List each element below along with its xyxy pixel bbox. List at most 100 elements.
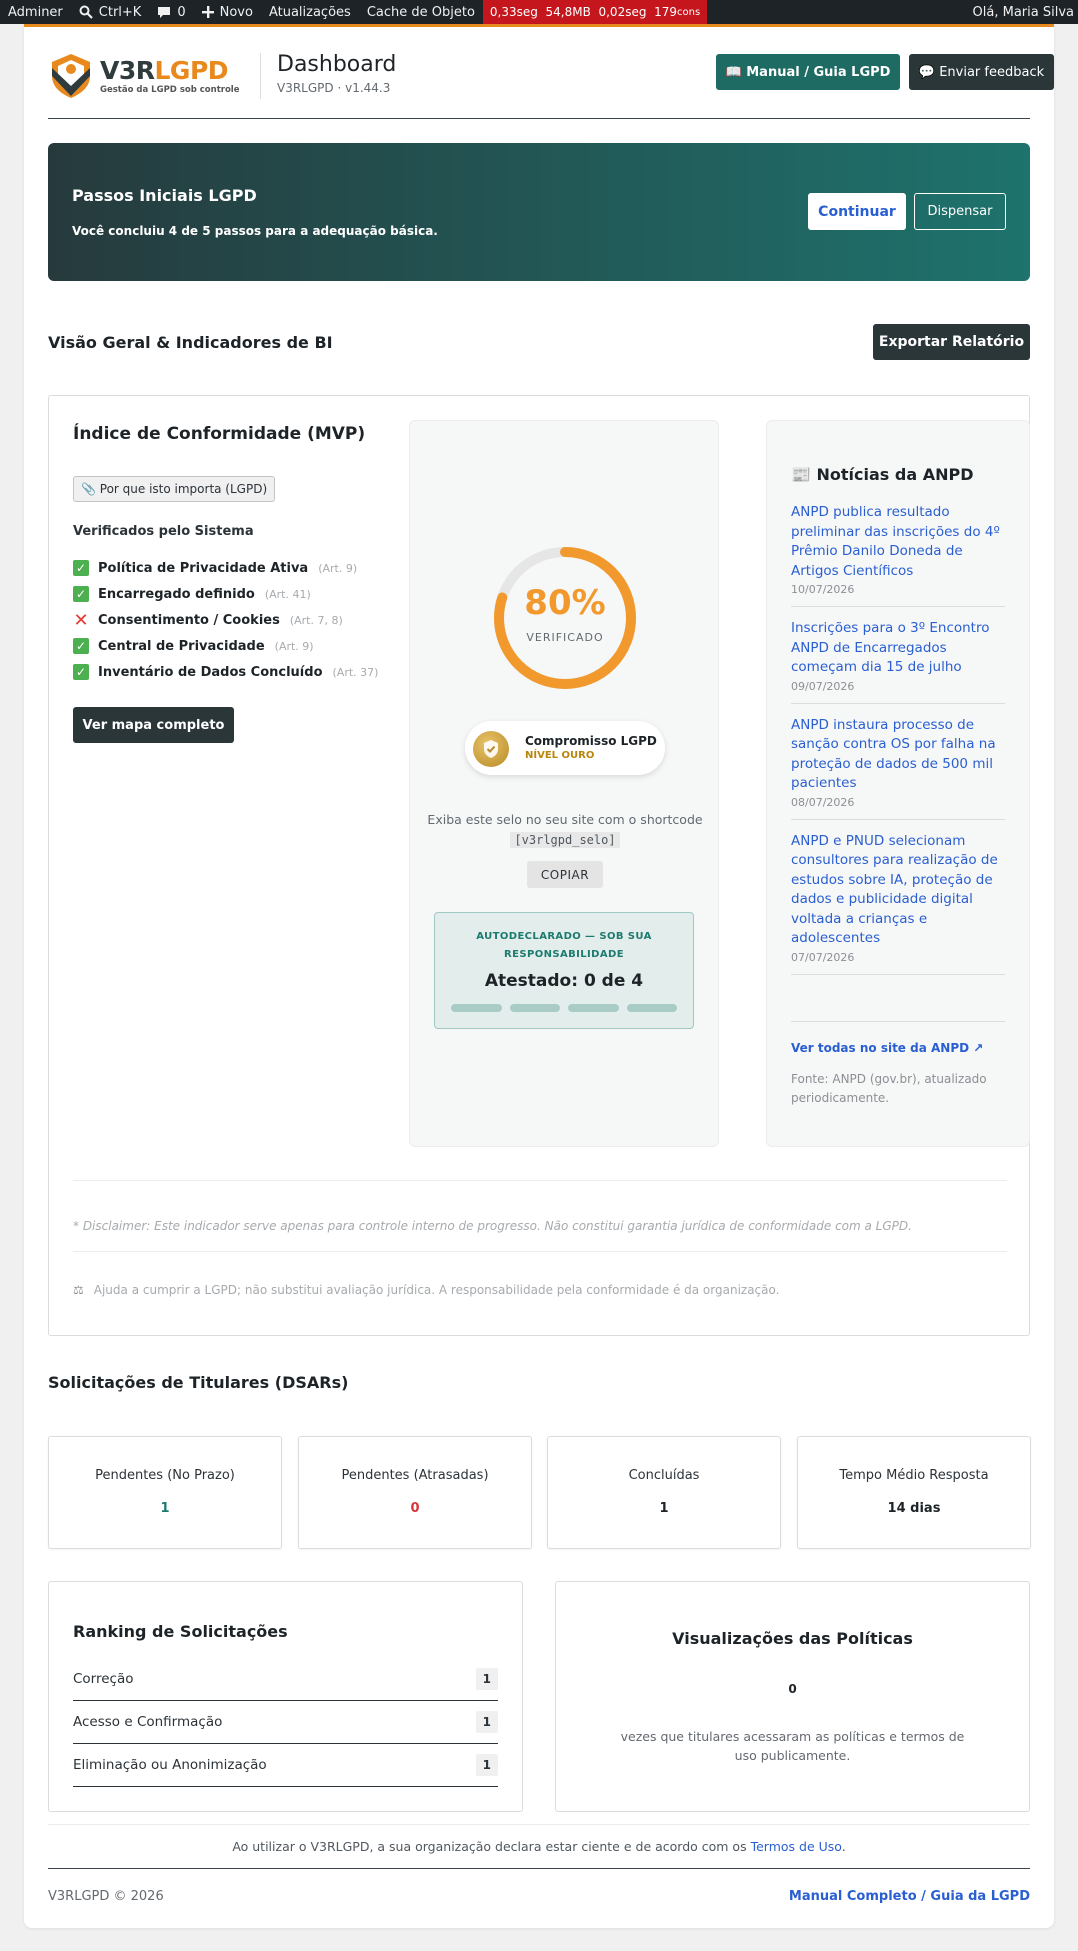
view-full-map-button[interactable]: Ver mapa completo [73, 707, 234, 743]
check-icon: ✓ [73, 638, 89, 654]
logo-tagline: Gestão da LGPD sob controle [100, 84, 240, 95]
news-item-link[interactable]: ANPD instaura processo de sanção contra … [791, 716, 1005, 794]
ranking-row-label: Correção [73, 1671, 134, 1687]
my-account-link[interactable]: Olá, Maria Silva [965, 0, 1078, 24]
comment-icon [158, 6, 171, 18]
news-item-date: 10/07/2026 [791, 583, 855, 596]
send-feedback-button[interactable]: 💬 Enviar feedback [909, 54, 1054, 90]
attestation-title: AUTODECLARADO — SOB SUA RESPONSABILIDADE [476, 931, 652, 960]
news-item-date: 07/07/2026 [791, 950, 855, 964]
ranking-row: Eliminação ou Anonimização 1 [73, 1744, 498, 1787]
manual-guide-button[interactable]: 📖 Manual / Guia LGPD [716, 54, 900, 90]
qm-memory: 54,8MB [545, 5, 591, 19]
qm-time: 0,33seg [489, 5, 538, 19]
comments-link[interactable]: 0 [149, 0, 193, 24]
attestation-segment [568, 1004, 619, 1012]
seal-level: NÍVEL OURO [525, 750, 595, 761]
dsar-kpi-card: Concluídas 1 [547, 1436, 781, 1549]
kpi-value: 14 dias [887, 1501, 941, 1516]
checklist-item: ✓ Encarregado definido (Art. 41) [73, 581, 393, 607]
plugin-version: V3RLGPD · v1.44.3 [277, 81, 391, 95]
dismiss-button[interactable]: Dispensar [914, 193, 1006, 230]
news-item-link[interactable]: ANPD publica resultado preliminar das in… [791, 503, 1005, 581]
checklist-item: ✓ Central de Privacidade (Art. 9) [73, 633, 393, 659]
search-icon [79, 5, 93, 19]
new-content-link[interactable]: Novo [194, 0, 261, 24]
shield-check-icon [484, 740, 498, 758]
ranking-card: Ranking de Solicitações Correção 1 Acesso … [48, 1581, 523, 1812]
news-source: Fonte: ANPD (gov.br), atualizado periodi… [791, 1072, 987, 1105]
disclaimer-text: * Disclaimer: Este indicador serve apena… [73, 1219, 912, 1233]
page-header: V3RLGPD Gestão da LGPD sob controle Dash… [48, 51, 1054, 119]
ranking-row: Acesso e Confirmação 1 [73, 1701, 498, 1744]
query-monitor-link[interactable]: 0,33seg 54,8MB 0,02seg 179 cons [482, 0, 708, 24]
news-title: 📰 Notícias da ANPD [791, 465, 974, 484]
news-item-date: 09/07/2026 [791, 679, 855, 693]
logo-word-lgpd: LGPD [154, 55, 229, 85]
kpi-label: Concluídas [628, 1468, 700, 1483]
checklist-item-label: Política de Privacidade Ativa [98, 560, 309, 576]
view-all-news-link[interactable]: Ver todas no site da ANPD ↗ [791, 1041, 983, 1055]
copyright: V3RLGPD © 2026 [48, 1889, 164, 1904]
ranking-row-count: 1 [475, 1711, 498, 1733]
onboarding-progress-text: Você concluiu 4 de 5 passos para a adequ… [72, 224, 438, 238]
footer-divider [48, 1868, 1030, 1869]
news-item-link[interactable]: ANPD e PNUD selecionam consultores para … [791, 832, 1005, 949]
onboarding-title: Passos Iniciais LGPD [72, 186, 257, 205]
checklist-item-article: (Art. 7, 8) [289, 613, 343, 627]
shortcode-text: Exiba este selo no seu site com o shortc… [427, 812, 703, 827]
header-divider [260, 53, 261, 99]
checklist-item-article: (Art. 9) [274, 639, 314, 653]
verified-label: VERIFICADO [526, 631, 604, 644]
admin-bar: Adminer Ctrl+K 0 Novo Atualizações Cache… [0, 0, 1078, 24]
logo-word-v3r: V3R [100, 55, 155, 85]
divider [48, 1824, 1030, 1825]
attestation-segment [451, 1004, 502, 1012]
object-cache-link[interactable]: Cache de Objeto [359, 0, 483, 24]
news-list: ANPD publica resultado preliminar das in… [791, 503, 1005, 975]
news-item-link[interactable]: Inscrições para o 3º Encontro ANPD de En… [791, 619, 1005, 678]
compliance-percent: 80% [524, 583, 606, 623]
check-icon: ✓ [73, 664, 89, 680]
updates-link[interactable]: Atualizações [261, 0, 359, 24]
policy-views-count: 0 [788, 1682, 797, 1696]
kpi-label: Pendentes (No Prazo) [95, 1468, 235, 1483]
dsar-kpi-card: Pendentes (Atrasadas) 0 [298, 1436, 532, 1549]
policy-views-card: Visualizações das Políticas 0 vezes que … [555, 1581, 1030, 1812]
ranking-row: Correção 1 [73, 1658, 498, 1701]
terms-notice: Ao utilizar o V3RLGPD, a sua organização… [24, 1839, 1054, 1854]
divider [73, 1180, 1007, 1181]
continue-button[interactable]: Continuar [808, 193, 906, 230]
ranking-list: Correção 1 Acesso e Confirmação 1 Eliminação… [73, 1658, 498, 1787]
checklist-item: ✓ Política de Privacidade Ativa (Art. 9) [73, 555, 393, 581]
ranking-row-count: 1 [475, 1754, 498, 1776]
cross-icon: ✕ [73, 609, 89, 631]
anpd-news-card: 📰 Notícias da ANPD ANPD publica resultad… [766, 420, 1030, 1147]
copy-shortcode-button[interactable]: COPIAR [527, 861, 603, 888]
terms-text: Ao utilizar o V3RLGPD, a sua organização… [232, 1839, 751, 1854]
compliance-section: Índice de Conformidade (MVP) 📎 Por que i… [73, 424, 393, 743]
kpi-label: Pendentes (Atrasadas) [341, 1468, 489, 1483]
why-it-matters-button[interactable]: 📎 Por que isto importa (LGPD) [73, 476, 276, 502]
full-manual-link[interactable]: Manual Completo / Guia da LGPD [789, 1889, 1030, 1904]
site-name-link[interactable]: Adminer [0, 0, 71, 24]
attestation-segment [626, 1004, 677, 1012]
news-item-date: 08/07/2026 [791, 795, 855, 809]
checklist-item-label: Consentimento / Cookies [98, 612, 280, 628]
seal-badge [473, 731, 509, 767]
plus-icon [201, 6, 214, 18]
divider [73, 1251, 1007, 1252]
check-icon: ✓ [73, 586, 89, 602]
news-item: Inscrições para o 3º Encontro ANPD de En… [791, 619, 1005, 704]
comments-count: 0 [177, 4, 186, 20]
ranking-title: Ranking de Solicitações [73, 1622, 288, 1641]
search-shortcut[interactable]: Ctrl+K [71, 0, 150, 24]
qm-queries-suffix: cons [677, 6, 701, 18]
checklist-item-label: Inventário de Dados Concluído [98, 664, 323, 680]
terms-of-use-link[interactable]: Termos de Uso [751, 1839, 842, 1854]
logo: V3RLGPD Gestão da LGPD sob controle [48, 51, 244, 101]
new-content-label: Novo [219, 4, 253, 20]
checklist-item-label: Central de Privacidade [98, 638, 265, 654]
news-divider [791, 1021, 1005, 1022]
export-report-button[interactable]: Exportar Relatório [873, 324, 1030, 360]
